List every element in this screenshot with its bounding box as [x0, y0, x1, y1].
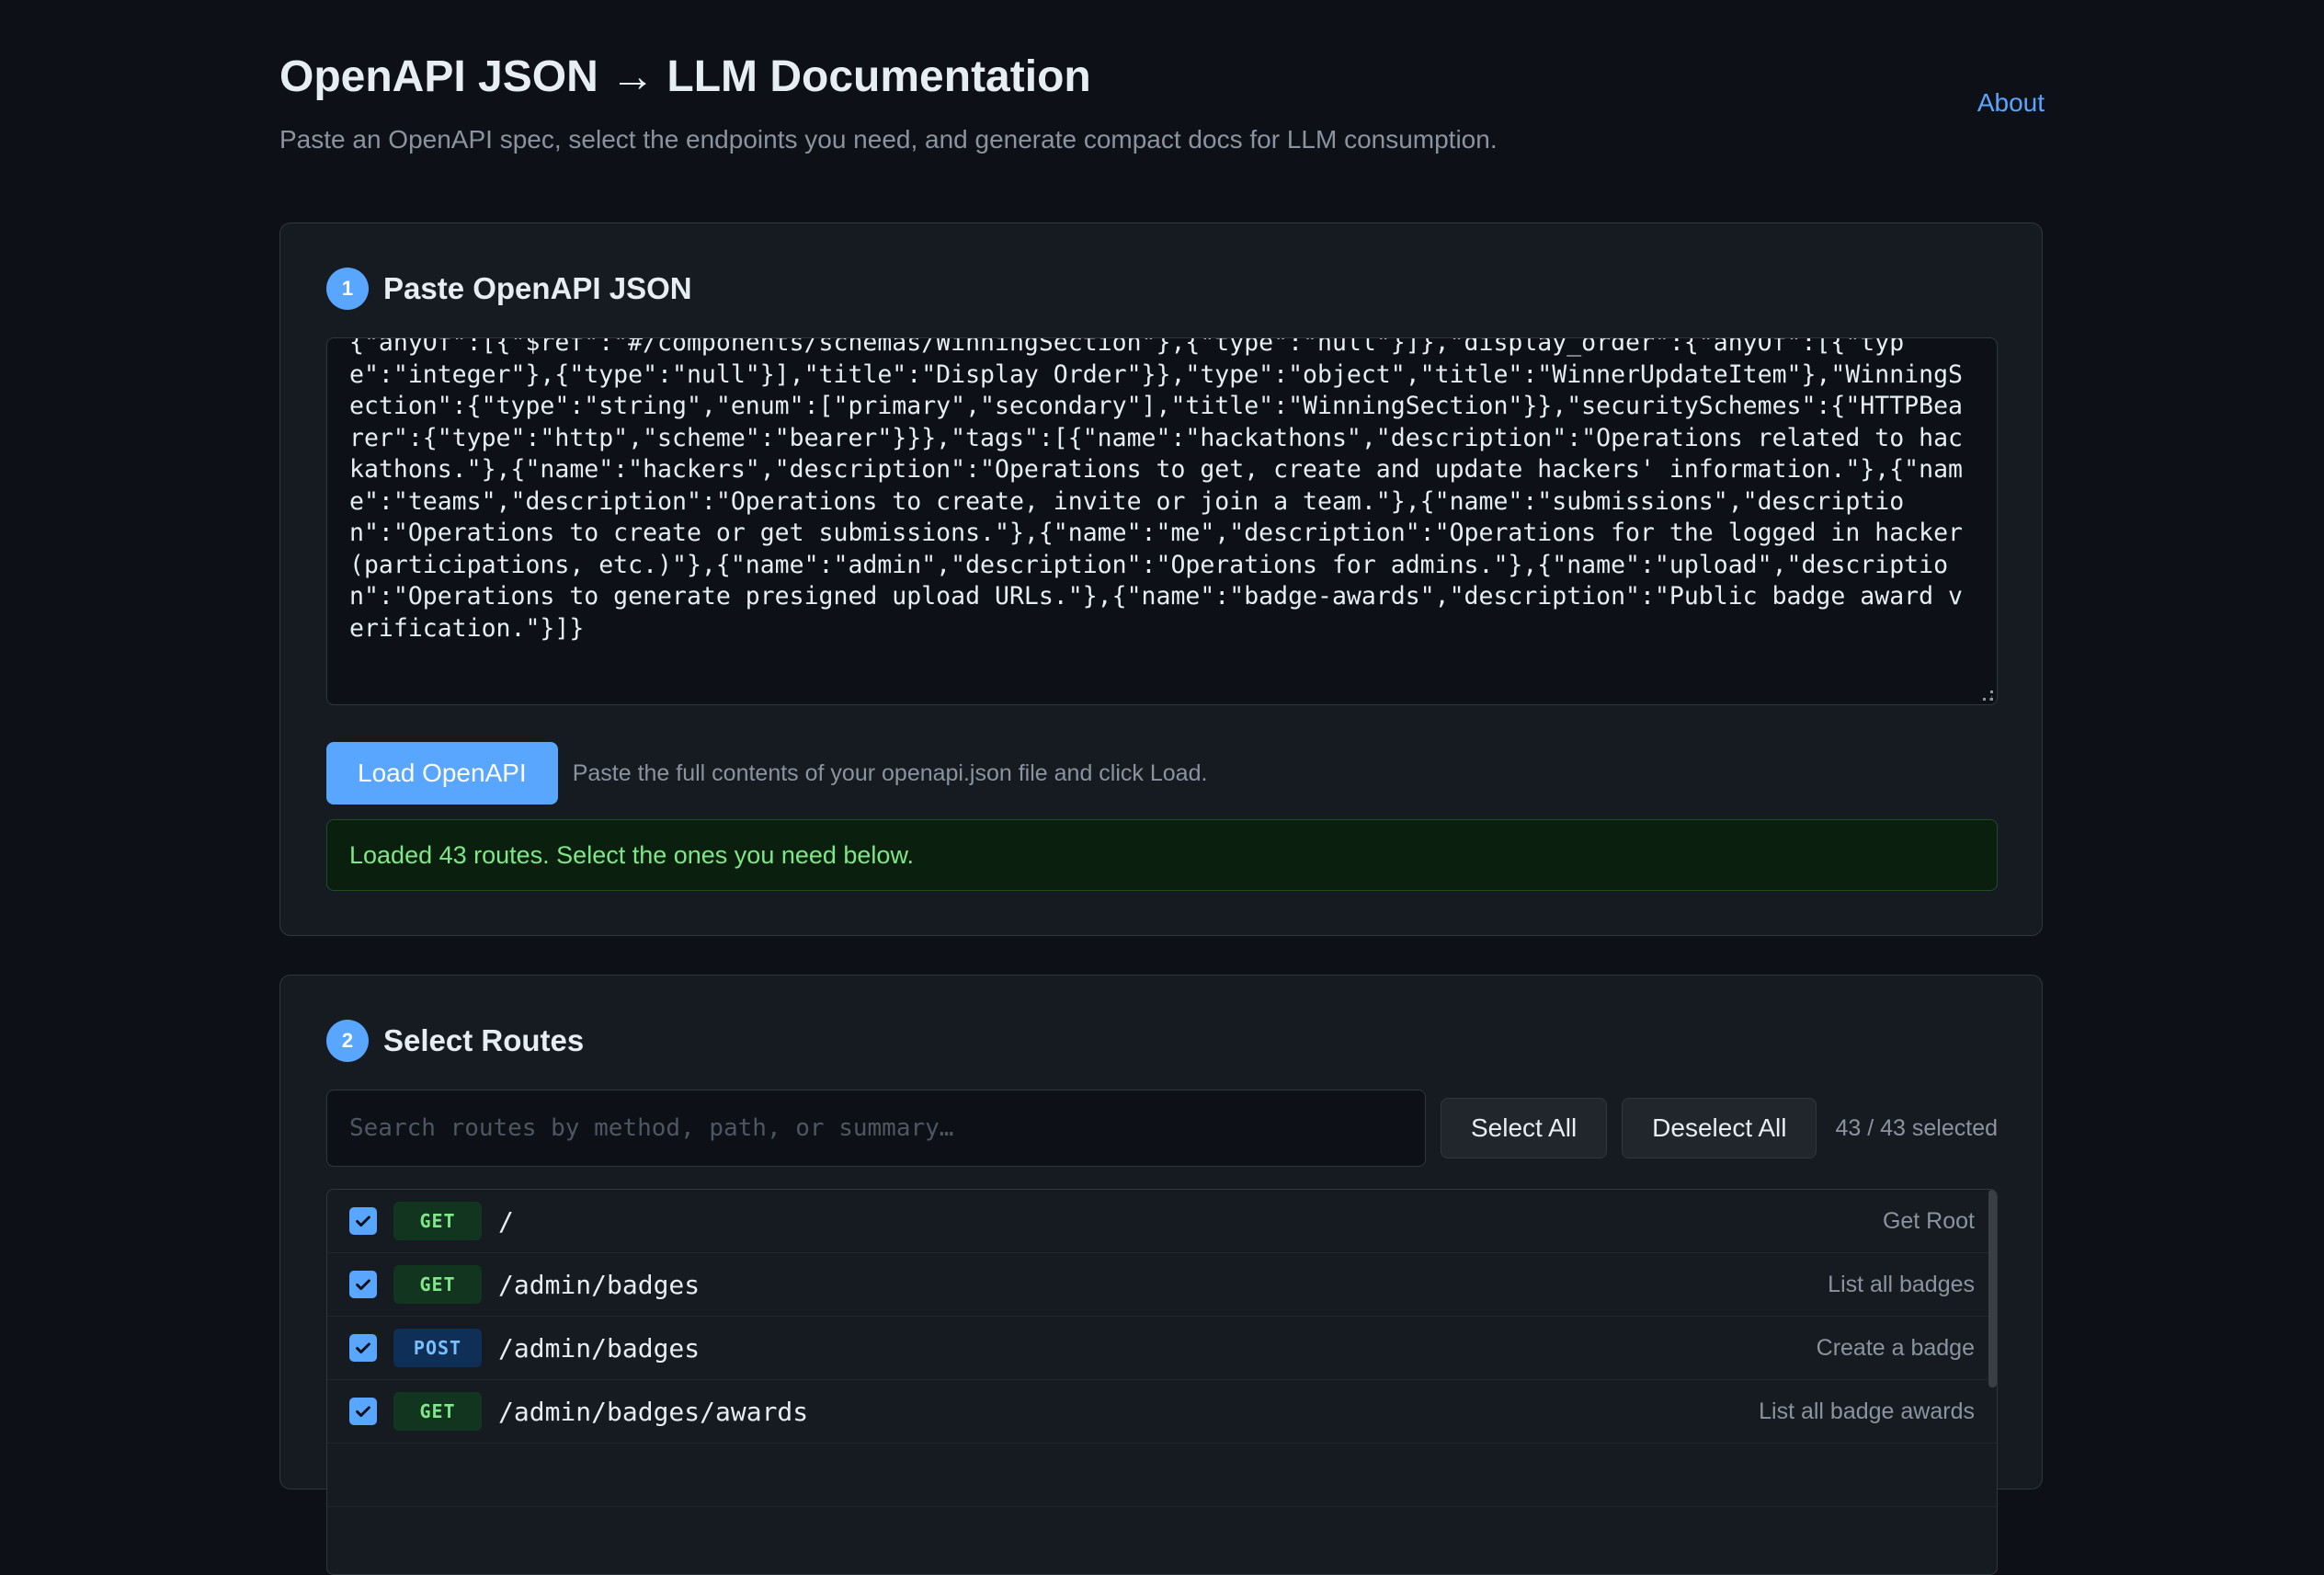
route-path: /admin/badges: [498, 1332, 701, 1364]
method-badge: GET: [393, 1392, 482, 1431]
step-1-title: Paste OpenAPI JSON: [383, 271, 692, 305]
checkmark-icon: [356, 1279, 370, 1291]
route-row[interactable]: POST /admin/badges Create a badge: [327, 1317, 1997, 1380]
route-path: /admin/badges: [498, 1269, 701, 1300]
route-search-input[interactable]: [326, 1090, 1426, 1167]
step-1-badge: 1: [326, 268, 369, 310]
paste-json-card: 1 Paste OpenAPI JSON {"anyOf":[{"$ref":"…: [279, 223, 2043, 936]
route-summary: Get Root: [1882, 1207, 1975, 1234]
page-title: OpenAPI JSON → LLM Documentation: [279, 52, 1091, 101]
selected-count: 43 / 43 selected: [1835, 1114, 1998, 1141]
about-link[interactable]: About: [1977, 88, 2045, 118]
route-checkbox[interactable]: [349, 1334, 377, 1362]
route-checkbox[interactable]: [349, 1398, 377, 1425]
load-openapi-button[interactable]: Load OpenAPI: [326, 742, 558, 805]
route-checkbox[interactable]: [349, 1271, 377, 1298]
checkmark-icon: [356, 1406, 370, 1418]
deselect-all-button[interactable]: Deselect All: [1622, 1098, 1817, 1158]
route-list-scrollbar[interactable]: [1988, 1190, 1997, 1387]
route-list[interactable]: GET / Get Root GET /admin/badges List al…: [326, 1189, 1998, 1575]
step-2-badge: 2: [326, 1020, 369, 1062]
route-path: /: [498, 1205, 514, 1237]
step-2-title: Select Routes: [383, 1023, 585, 1057]
method-badge: GET: [393, 1202, 482, 1240]
route-summary: Create a badge: [1816, 1334, 1975, 1361]
openapi-json-text: {"anyOf":[{"$ref":"#/components/schemas/…: [349, 337, 1977, 643]
step-1-header: 1 Paste OpenAPI JSON: [326, 268, 692, 310]
page-subtitle: Paste an OpenAPI spec, select the endpoi…: [279, 125, 1498, 154]
select-all-button[interactable]: Select All: [1441, 1098, 1608, 1158]
load-status-message: Loaded 43 routes. Select the ones you ne…: [326, 819, 1998, 891]
method-badge: POST: [393, 1329, 482, 1367]
routes-toolbar: Select All Deselect All 43 / 43 selected: [326, 1090, 1998, 1167]
route-row[interactable]: GET / Get Root: [327, 1190, 1997, 1253]
route-row[interactable]: GET /admin/badges List all badges: [327, 1253, 1997, 1317]
checkmark-icon: [356, 1215, 370, 1227]
step-2-header: 2 Select Routes: [326, 1020, 584, 1062]
method-badge: GET: [393, 1265, 482, 1304]
route-checkbox[interactable]: [349, 1207, 377, 1235]
select-routes-card: 2 Select Routes Select All Deselect All …: [279, 975, 2043, 1575]
route-row[interactable]: [327, 1444, 1997, 1507]
load-row: Load OpenAPI Paste the full contents of …: [326, 742, 1207, 805]
route-path: /admin/badges/awards: [498, 1396, 809, 1427]
route-summary: List all badge awards: [1759, 1398, 1975, 1424]
checkmark-icon: [356, 1342, 370, 1354]
route-summary: List all badges: [1828, 1271, 1975, 1297]
route-row[interactable]: GET /admin/badges/awards List all badge …: [327, 1380, 1997, 1444]
resize-handle-icon[interactable]: [1983, 690, 1993, 701]
openapi-json-textarea[interactable]: {"anyOf":[{"$ref":"#/components/schemas/…: [326, 337, 1998, 705]
load-hint: Paste the full contents of your openapi.…: [572, 759, 1208, 786]
